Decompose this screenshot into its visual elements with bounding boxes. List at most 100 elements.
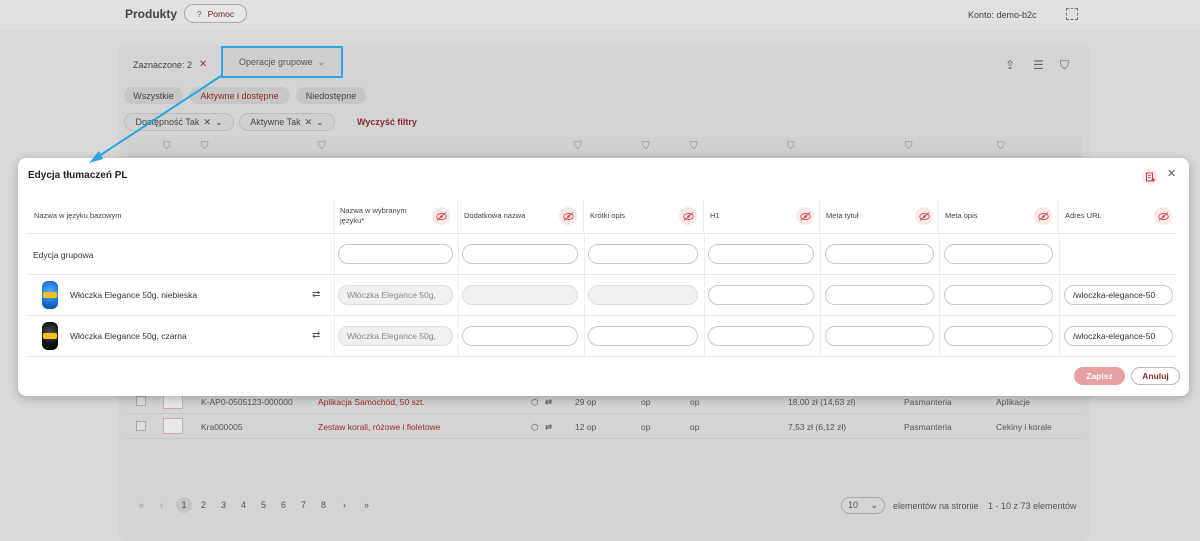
next-page-icon[interactable]: › <box>343 500 346 510</box>
prev-page-icon[interactable]: ‹ <box>160 500 163 510</box>
filter-icon[interactable]: ⛉ <box>1060 58 1069 73</box>
filter-chip-availability[interactable]: Dostępność Tak ✕ ⌄ <box>124 113 234 131</box>
filter-pill-all[interactable]: Wszystkie <box>124 87 183 104</box>
page-8[interactable]: 8 <box>321 500 326 510</box>
per-page-label: elementów na stronie <box>893 501 979 511</box>
per-page-select[interactable]: 10 ⌄ <box>841 497 885 514</box>
hide-column-icon[interactable] <box>679 207 697 225</box>
page-2[interactable]: 2 <box>201 500 206 510</box>
divider <box>939 234 940 356</box>
copy-translation-icon[interactable]: ⇄ <box>312 330 320 341</box>
product-sku: Kra000005 <box>201 422 243 432</box>
product-category: Pasmanteria <box>904 397 952 407</box>
clear-selection-icon[interactable]: ✕ <box>199 59 207 70</box>
extra-name-input[interactable] <box>462 326 578 346</box>
first-page-icon[interactable]: « <box>139 500 144 510</box>
filter-chip-active[interactable]: Aktywne Tak ✕ ⌄ <box>239 113 335 131</box>
close-icon[interactable]: ✕ <box>203 117 211 128</box>
help-button[interactable]: ? Pomoc <box>184 4 247 23</box>
tag-icon[interactable]: ⬡ <box>531 397 538 408</box>
cancel-button[interactable]: Anuluj <box>1131 367 1180 385</box>
translation-edit-modal: Edycja tłumaczeń PL ✕ Nazwa w języku baz… <box>18 158 1189 396</box>
clear-filters-link[interactable]: Wyczyść filtry <box>357 117 417 127</box>
column-header-label: Meta tytuł <box>826 211 859 220</box>
column-header-label: Nazwa w języku bazowym <box>34 211 122 220</box>
filter-pill-unavailable[interactable]: Niedostępne <box>296 87 366 104</box>
filter-icon[interactable]: ⛉ <box>905 141 913 152</box>
name-input[interactable]: Włóczka Elegance 50g, <box>338 285 453 305</box>
swap-icon[interactable]: ⇄ <box>545 422 552 433</box>
swap-icon[interactable]: ⇄ <box>545 397 552 408</box>
filter-icon[interactable]: ⛉ <box>642 141 650 152</box>
group-extra-name-input[interactable] <box>462 244 578 264</box>
product-name[interactable]: Zestaw korali, różowe i fioletowe <box>318 422 440 432</box>
table-row[interactable]: Kra000005 Zestaw korali, różowe i fiolet… <box>127 414 1082 439</box>
chevron-down-icon[interactable]: ⌄ <box>215 117 223 128</box>
save-button[interactable]: Zapisz <box>1074 367 1125 385</box>
filter-icon[interactable]: ⛉ <box>574 141 582 152</box>
page-6[interactable]: 6 <box>281 500 286 510</box>
close-icon[interactable]: ✕ <box>305 117 313 128</box>
group-short-desc-input[interactable] <box>588 244 698 264</box>
hide-column-icon[interactable] <box>915 207 933 225</box>
extra-name-input[interactable] <box>462 285 578 305</box>
product-name[interactable]: Aplikacja Samochód, 50 szt. <box>318 397 425 407</box>
filter-pill-active-available[interactable]: Aktywne i dostępne <box>189 87 290 104</box>
hide-column-icon[interactable] <box>1154 207 1172 225</box>
question-icon: ? <box>196 8 202 19</box>
hide-column-icon[interactable] <box>559 207 577 225</box>
range-label: 1 - 10 z 73 elementów <box>988 501 1077 511</box>
tag-icon[interactable]: ⬡ <box>531 422 538 433</box>
last-page-icon[interactable]: » <box>364 500 369 510</box>
group-operations-dropdown[interactable]: Operacje grupowe ⌄ <box>221 46 343 78</box>
name-input[interactable]: Włóczka Elegance 50g, <box>338 326 453 346</box>
copy-translation-icon[interactable]: ⇄ <box>312 289 320 300</box>
meta-title-input[interactable] <box>825 326 934 346</box>
close-icon[interactable]: ✕ <box>1167 167 1176 180</box>
chevron-down-icon[interactable]: ⌄ <box>316 117 324 128</box>
product-subcategory: Cekiny i korale <box>996 422 1052 432</box>
group-name-input[interactable] <box>338 244 453 264</box>
filter-icon[interactable]: ⛉ <box>997 141 1005 152</box>
page-5[interactable]: 5 <box>261 500 266 510</box>
page-4[interactable]: 4 <box>241 500 246 510</box>
product-subcategory: Aplikacje <box>996 397 1031 407</box>
scan-icon[interactable] <box>1066 8 1078 20</box>
hide-column-icon[interactable] <box>1034 207 1052 225</box>
page-3[interactable]: 3 <box>221 500 226 510</box>
filter-icon[interactable]: ⛉ <box>201 141 209 152</box>
page-7[interactable]: 7 <box>301 500 306 510</box>
meta-title-input[interactable] <box>825 285 934 305</box>
filter-icon[interactable]: ⛉ <box>690 141 698 152</box>
meta-desc-input[interactable] <box>944 326 1053 346</box>
filter-icon[interactable]: ⛉ <box>318 141 326 152</box>
url-input[interactable]: /wloczka-elegance-50 <box>1064 285 1173 305</box>
url-input[interactable]: /wloczka-elegance-50 <box>1064 326 1173 346</box>
hide-column-icon[interactable] <box>796 207 814 225</box>
filter-icon[interactable]: ⛉ <box>787 141 795 152</box>
base-name: Włóczka Elegance 50g, niebieska <box>70 290 198 300</box>
group-meta-desc-input[interactable] <box>944 244 1053 264</box>
settings-sliders-icon[interactable]: ☰ <box>1033 58 1044 72</box>
short-desc-input[interactable] <box>588 326 698 346</box>
yarn-label-band <box>43 292 57 298</box>
filter-icon[interactable]: ⛉ <box>163 141 171 152</box>
short-desc-input[interactable] <box>588 285 698 305</box>
hide-column-icon[interactable] <box>432 207 450 225</box>
h1-input[interactable] <box>708 326 814 346</box>
chevron-down-icon: ⌄ <box>317 56 326 67</box>
product-unit: op <box>690 397 700 407</box>
group-h1-input[interactable] <box>708 244 814 264</box>
group-meta-title-input[interactable] <box>825 244 934 264</box>
divider <box>334 234 335 356</box>
export-icon[interactable] <box>1142 169 1158 185</box>
row-checkbox[interactable] <box>136 396 146 406</box>
row-checkbox[interactable] <box>136 421 146 431</box>
meta-desc-input[interactable] <box>944 285 1053 305</box>
page-1[interactable]: 1 <box>176 497 192 513</box>
export-icon[interactable]: ⇪ <box>1005 58 1015 72</box>
product-price: 18,00 zł (14,63 zł) <box>788 397 856 407</box>
header-line: języku* <box>340 216 365 225</box>
h1-input[interactable] <box>708 285 814 305</box>
divider <box>458 234 459 356</box>
